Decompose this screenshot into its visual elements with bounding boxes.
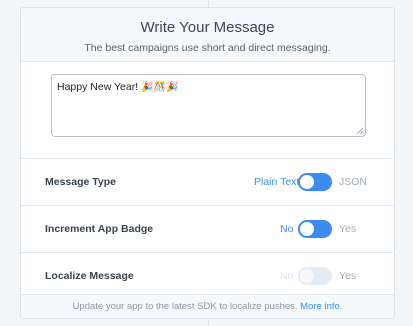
footer-text: Update your app to the latest SDK to loc… [72,301,298,312]
setting-label: Localize Message [45,270,134,282]
setting-label: Message Type [45,176,117,188]
setting-row-message-type: Message Type Plain Text JSON [21,159,394,206]
footer-notice: Update your app to the latest SDK to loc… [21,294,394,318]
setting-row-localize: Localize Message No Yes [21,253,394,300]
message-textarea[interactable]: Happy New Year! 🎉🎊🎉 [51,74,366,137]
message-type-toggle[interactable] [298,173,332,191]
option-json[interactable]: JSON [339,176,367,188]
party-emoji: 🎉🎊🎉 [141,82,179,93]
card-header: Write Your Message The best campaigns us… [21,8,394,62]
increment-badge-toggle[interactable] [298,220,332,238]
setting-label: Increment App Badge [45,223,154,235]
option-yes[interactable]: Yes [339,223,356,235]
message-text: Happy New Year! [57,81,139,93]
message-card: Write Your Message The best campaigns us… [20,7,395,319]
option-no[interactable]: No [280,223,293,235]
option-yes: Yes [339,270,357,282]
option-no: No [280,270,294,282]
resize-grip-icon[interactable] [356,127,363,134]
setting-row-increment-badge: Increment App Badge No Yes [21,206,394,253]
toggle-knob [300,222,314,236]
localize-toggle [298,267,332,285]
toggle-knob [300,269,314,283]
more-info-link[interactable]: More info. [300,301,342,312]
composer-section: Happy New Year! 🎉🎊🎉 [21,62,394,159]
card-subtitle: The best campaigns use short and direct … [84,42,331,54]
toggle-knob [300,175,314,189]
card-title: Write Your Message [140,19,275,36]
option-plain-text[interactable]: Plain Text [254,176,299,188]
